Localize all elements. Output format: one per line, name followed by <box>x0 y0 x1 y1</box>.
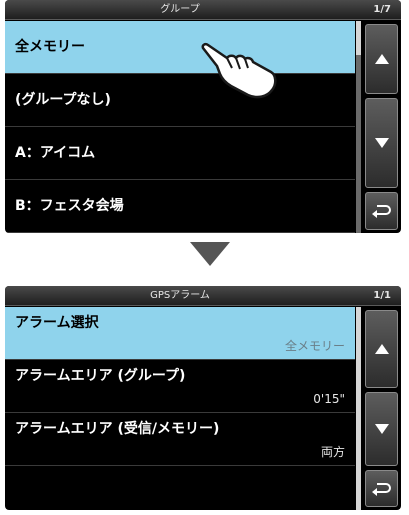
list-item-label: B：フェスタ会場 <box>15 198 124 214</box>
down-arrow-icon <box>374 424 389 434</box>
screen-title: グループ <box>160 4 200 15</box>
back-button[interactable] <box>365 470 398 507</box>
scroll-down-button[interactable] <box>365 392 398 466</box>
gps-alarm-screen: GPSアラーム 1/1 アラーム選択 全メモリー アラームエリア (グループ) … <box>5 286 401 510</box>
return-icon <box>371 482 391 496</box>
setting-alarm-area-rx-memory[interactable]: アラームエリア (受信/メモリー) 両方 <box>5 413 355 466</box>
pointing-hand-icon <box>201 42 277 99</box>
setting-label: アラームエリア (グループ) <box>15 368 186 384</box>
list-item-label: A：アイコム <box>15 145 96 161</box>
up-arrow-icon <box>374 344 389 354</box>
scrollbar-thumb[interactable] <box>356 307 361 510</box>
setting-value: 全メモリー <box>284 339 345 353</box>
back-button[interactable] <box>365 192 398 230</box>
list-item-group-b[interactable]: B：フェスタ会場 <box>5 180 355 233</box>
setting-alarm-area-group[interactable]: アラームエリア (グループ) 0'15" <box>5 360 355 413</box>
page-indicator: 1/7 <box>373 4 391 15</box>
settings-list: アラーム選択 全メモリー アラームエリア (グループ) 0'15" アラームエリ… <box>5 307 355 466</box>
list-item-no-group[interactable]: (グループなし) <box>5 74 355 127</box>
up-arrow-icon <box>374 54 389 64</box>
list-item-label: 全メモリー <box>15 39 85 55</box>
list-item-group-a[interactable]: A：アイコム <box>5 127 355 180</box>
scroll-up-button[interactable] <box>365 310 398 388</box>
setting-label: アラームエリア (受信/メモリー) <box>15 421 220 437</box>
title-bar: グループ 1/7 <box>5 0 401 20</box>
return-icon <box>371 205 391 218</box>
scroll-down-button[interactable] <box>365 98 398 188</box>
setting-label: アラーム選択 <box>15 315 99 331</box>
setting-value: 両方 <box>320 445 345 459</box>
page-indicator: 1/1 <box>373 290 391 301</box>
down-triangle-icon <box>190 242 230 266</box>
scrollbar-thumb[interactable] <box>356 21 361 55</box>
down-arrow-icon <box>374 138 389 148</box>
group-screen: グループ 1/7 全メモリー (グループなし) A：アイコム B：フェスタ会場 <box>5 0 401 233</box>
group-list: 全メモリー (グループなし) A：アイコム B：フェスタ会場 <box>5 21 355 233</box>
scroll-up-button[interactable] <box>365 24 398 94</box>
scrollbar[interactable] <box>356 307 361 510</box>
title-bar: GPSアラーム 1/1 <box>5 286 401 306</box>
setting-alarm-select[interactable]: アラーム選択 全メモリー <box>5 307 355 360</box>
setting-value: 0'15" <box>313 392 345 406</box>
scrollbar[interactable] <box>356 21 361 233</box>
list-item-all-memory[interactable]: 全メモリー <box>5 21 355 74</box>
screen-title: GPSアラーム <box>150 290 210 301</box>
list-item-label: (グループなし) <box>15 92 111 108</box>
